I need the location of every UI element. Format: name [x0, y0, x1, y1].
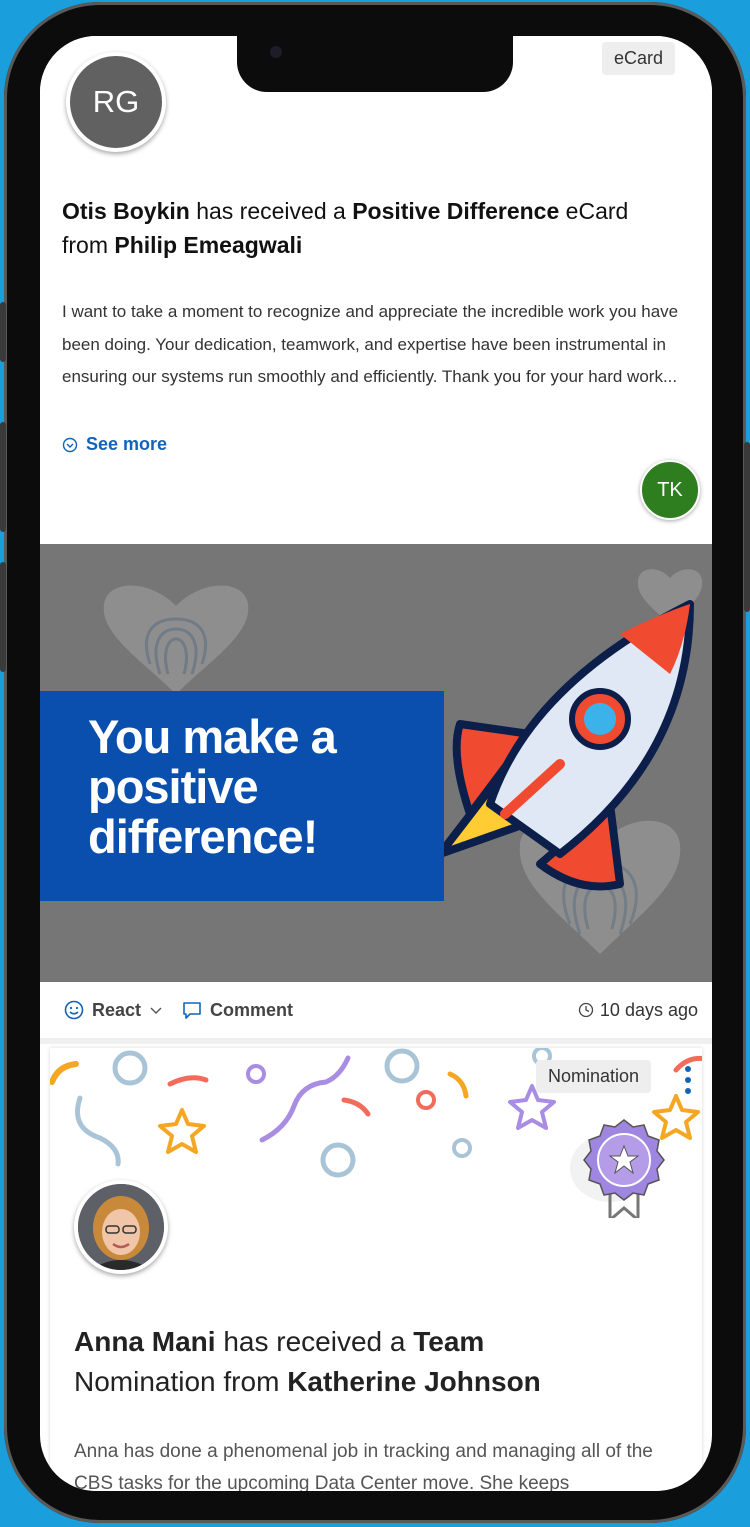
- phone-power-button: [744, 442, 750, 612]
- nomination-post: Nomination Anna Mani has received a Team…: [50, 1048, 702, 1491]
- nomination-headline: Anna Mani has received a Team Nomination…: [74, 1322, 694, 1402]
- headline-from: Nomination from: [74, 1366, 288, 1397]
- post-actions: React Comment 10 days ago: [40, 982, 712, 1038]
- ecard-tag: eCard: [602, 42, 676, 75]
- nominator-name[interactable]: Katherine Johnson: [287, 1366, 541, 1397]
- ecard-image: You make a positive difference!: [40, 544, 712, 982]
- post-headline: Otis Boykin has received a Positive Diff…: [62, 194, 702, 262]
- front-camera: [270, 46, 282, 58]
- award-name: Positive Difference: [352, 198, 560, 224]
- award-ribbon-icon: [570, 1119, 665, 1218]
- nominee-name[interactable]: Anna Mani: [74, 1326, 216, 1357]
- card-divider: [40, 1038, 712, 1044]
- react-button[interactable]: React: [64, 1000, 163, 1021]
- headline-text: has received a: [215, 1326, 414, 1357]
- phone-screen: eCard RG Otis Boykin has received a Posi…: [40, 36, 712, 1491]
- see-more-label: See more: [86, 434, 168, 454]
- time-label: 10 days ago: [599, 999, 698, 1020]
- phone-notch: [237, 36, 513, 92]
- post-time: 10 days ago: [578, 1000, 698, 1021]
- post-message: I want to take a moment to recognize and…: [62, 302, 679, 386]
- more-options-icon[interactable]: [682, 1064, 694, 1096]
- headline-text: has received a: [189, 198, 353, 224]
- headline-suffix: eCard: [559, 198, 629, 224]
- sender-avatar-initials: RG: [92, 84, 140, 119]
- reactor-avatar-initials: TK: [657, 478, 683, 501]
- phone-volume-up-button: [0, 422, 6, 532]
- phone-volume-down-button: [0, 562, 6, 672]
- ecard-post: eCard RG Otis Boykin has received a Posi…: [40, 36, 712, 1036]
- recipient-avatar-photo[interactable]: [74, 1180, 168, 1274]
- comment-icon: [183, 1002, 201, 1019]
- banner-text: You make a positive difference!: [88, 710, 337, 863]
- sender-avatar[interactable]: RG: [66, 52, 166, 152]
- chevron-circle-down-icon: [62, 437, 78, 452]
- headline-from: from: [62, 232, 115, 258]
- phone-side-button: [0, 302, 6, 362]
- chevron-down-icon: [150, 1007, 162, 1014]
- react-label: React: [92, 999, 142, 1020]
- nomination-tag: Nomination: [536, 1060, 652, 1093]
- recipient-name[interactable]: Otis Boykin: [62, 198, 190, 224]
- sender-name[interactable]: Philip Emeagwali: [114, 232, 302, 258]
- comment-label: Comment: [210, 999, 294, 1020]
- see-more-link[interactable]: See more: [62, 434, 167, 455]
- smiley-icon: [64, 1000, 84, 1020]
- nomination-message: Anna has done a phenomenal job in tracki…: [74, 1441, 653, 1491]
- person-photo-icon: [78, 1184, 164, 1270]
- reactor-avatar[interactable]: TK: [640, 460, 700, 520]
- clock-icon: [578, 1002, 594, 1018]
- nomination-award: Team: [413, 1326, 485, 1357]
- comment-button[interactable]: Comment: [182, 1000, 293, 1021]
